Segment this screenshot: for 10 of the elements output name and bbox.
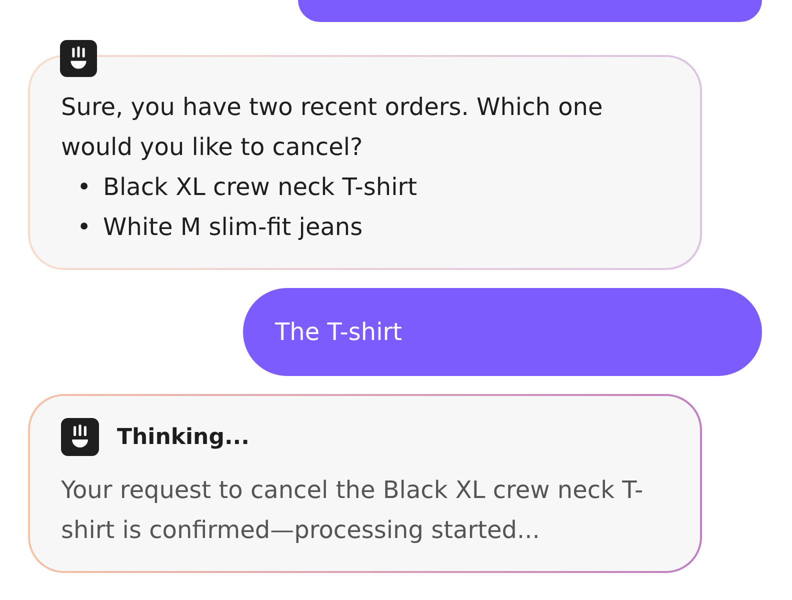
bullet-marker: • — [77, 172, 92, 203]
bot-avatar-icon — [60, 40, 97, 77]
message-text: Sure, you have two recent orders. Which one would you like to cancel? — [61, 92, 604, 163]
user-message-bubble: The T-shirt — [243, 288, 762, 376]
bullet-marker: • — [77, 212, 92, 243]
bot-avatar-icon — [61, 418, 99, 456]
order-list-item: White M slim-fit jeans — [103, 212, 363, 243]
message-text: Your request to cancel the Black XL crew neck T-shirt is confirmed—processing started... — [61, 475, 644, 546]
order-list-item: Black XL crew neck T-shirt — [103, 172, 418, 203]
thinking-status: Thinking... — [117, 424, 250, 450]
